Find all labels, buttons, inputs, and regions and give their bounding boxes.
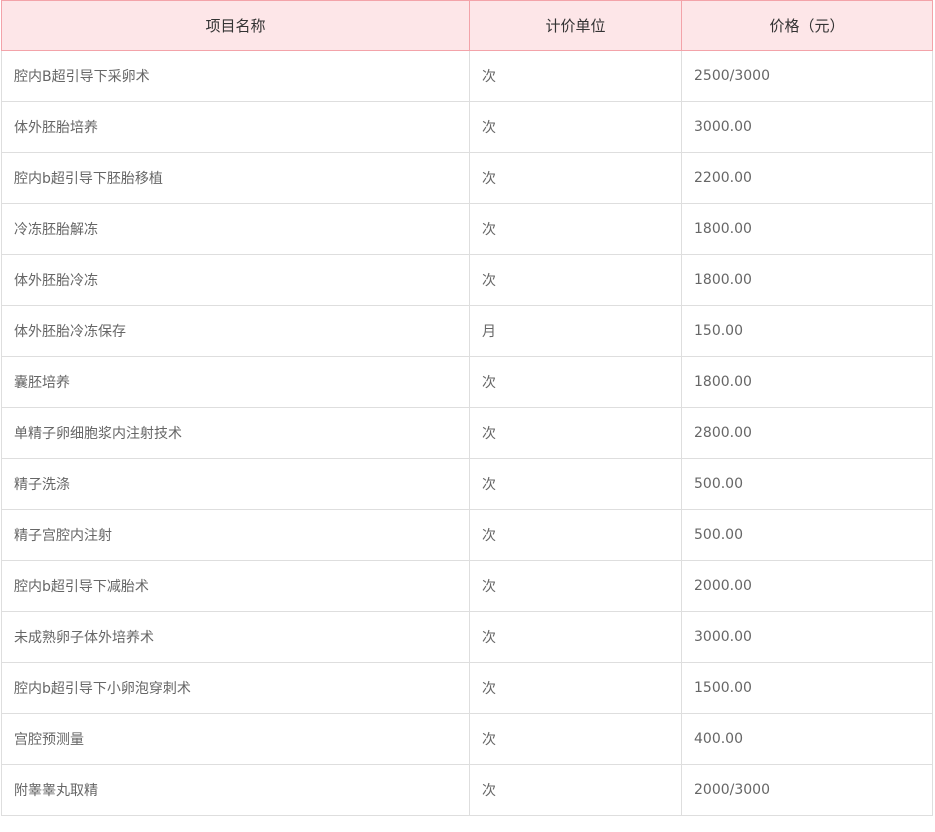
price-cell: 1800.00	[681, 254, 933, 306]
item-name-cell: 冷冻胚胎解冻	[1, 203, 470, 255]
item-name-cell: 囊胚培养	[1, 356, 470, 408]
price-table: 项目名称 计价单位 价格（元） 腔内B超引导下采卵术次 2500/3000 体外胚胎…	[1, 0, 933, 816]
item-name-cell: 附睾睾丸取精	[1, 764, 470, 816]
table-row: 体外胚胎冷冻保存月 150.00	[1, 305, 933, 357]
table-row: 腔内B超引导下采卵术次 2500/3000	[1, 50, 933, 102]
price-cell: 3000.00	[681, 101, 933, 153]
table-row: 体外胚胎冷冻次 1800.00	[1, 254, 933, 306]
header-row: 项目名称 计价单位 价格（元）	[1, 0, 933, 51]
price-cell: 2500/3000	[681, 50, 933, 102]
unit-cell: 次	[469, 50, 682, 102]
unit-cell: 次	[469, 203, 682, 255]
header-item-name: 项目名称	[1, 0, 470, 51]
table-row: 精子洗涤次 500.00	[1, 458, 933, 510]
item-name-cell: 腔内B超引导下采卵术	[1, 50, 470, 102]
item-name-cell: 腔内b超引导下胚胎移植	[1, 152, 470, 204]
table-row: 腔内b超引导下小卵泡穿刺术次 1500.00	[1, 662, 933, 714]
unit-cell: 月	[469, 305, 682, 357]
unit-cell: 次	[469, 152, 682, 204]
item-name-cell: 精子宫腔内注射	[1, 509, 470, 561]
table-header: 项目名称 计价单位 价格（元）	[1, 0, 933, 51]
price-cell: 1800.00	[681, 356, 933, 408]
price-cell: 1800.00	[681, 203, 933, 255]
item-name-cell: 腔内b超引导下减胎术	[1, 560, 470, 612]
unit-cell: 次	[469, 611, 682, 663]
item-name-cell: 体外胚胎冷冻	[1, 254, 470, 306]
price-cell: 2000/3000	[681, 764, 933, 816]
item-name-cell: 精子洗涤	[1, 458, 470, 510]
table-row: 腔内b超引导下减胎术次 2000.00	[1, 560, 933, 612]
price-cell: 150.00	[681, 305, 933, 357]
item-name-cell: 体外胚胎培养	[1, 101, 470, 153]
table-row: 宫腔预测量次 400.00	[1, 713, 933, 765]
table-row: 体外胚胎培养次 3000.00	[1, 101, 933, 153]
item-name-cell: 腔内b超引导下小卵泡穿刺术	[1, 662, 470, 714]
price-cell: 400.00	[681, 713, 933, 765]
unit-cell: 次	[469, 407, 682, 459]
price-cell: 500.00	[681, 509, 933, 561]
price-cell: 1500.00	[681, 662, 933, 714]
header-price: 价格（元）	[681, 0, 933, 51]
price-cell: 2000.00	[681, 560, 933, 612]
unit-cell: 次	[469, 560, 682, 612]
table-row: 单精子卵细胞浆内注射技术次 2800.00	[1, 407, 933, 459]
table-row: 囊胚培养次 1800.00	[1, 356, 933, 408]
table-row: 附睾睾丸取精次 2000/3000	[1, 764, 933, 816]
unit-cell: 次	[469, 101, 682, 153]
table-row: 精子宫腔内注射次 500.00	[1, 509, 933, 561]
unit-cell: 次	[469, 356, 682, 408]
item-name-cell: 未成熟卵子体外培养术	[1, 611, 470, 663]
unit-cell: 次	[469, 509, 682, 561]
price-cell: 3000.00	[681, 611, 933, 663]
table-row: 腔内b超引导下胚胎移植次 2200.00	[1, 152, 933, 204]
item-name-cell: 体外胚胎冷冻保存	[1, 305, 470, 357]
table-row: 未成熟卵子体外培养术次 3000.00	[1, 611, 933, 663]
item-name-cell: 单精子卵细胞浆内注射技术	[1, 407, 470, 459]
price-cell: 2200.00	[681, 152, 933, 204]
unit-cell: 次	[469, 254, 682, 306]
price-cell: 2800.00	[681, 407, 933, 459]
unit-cell: 次	[469, 713, 682, 765]
table-body: 腔内B超引导下采卵术次 2500/3000 体外胚胎培养次 3000.00 腔内b超引导…	[1, 50, 933, 816]
header-unit: 计价单位	[469, 0, 682, 51]
unit-cell: 次	[469, 764, 682, 816]
price-cell: 500.00	[681, 458, 933, 510]
table-row: 冷冻胚胎解冻次 1800.00	[1, 203, 933, 255]
unit-cell: 次	[469, 662, 682, 714]
item-name-cell: 宫腔预测量	[1, 713, 470, 765]
unit-cell: 次	[469, 458, 682, 510]
